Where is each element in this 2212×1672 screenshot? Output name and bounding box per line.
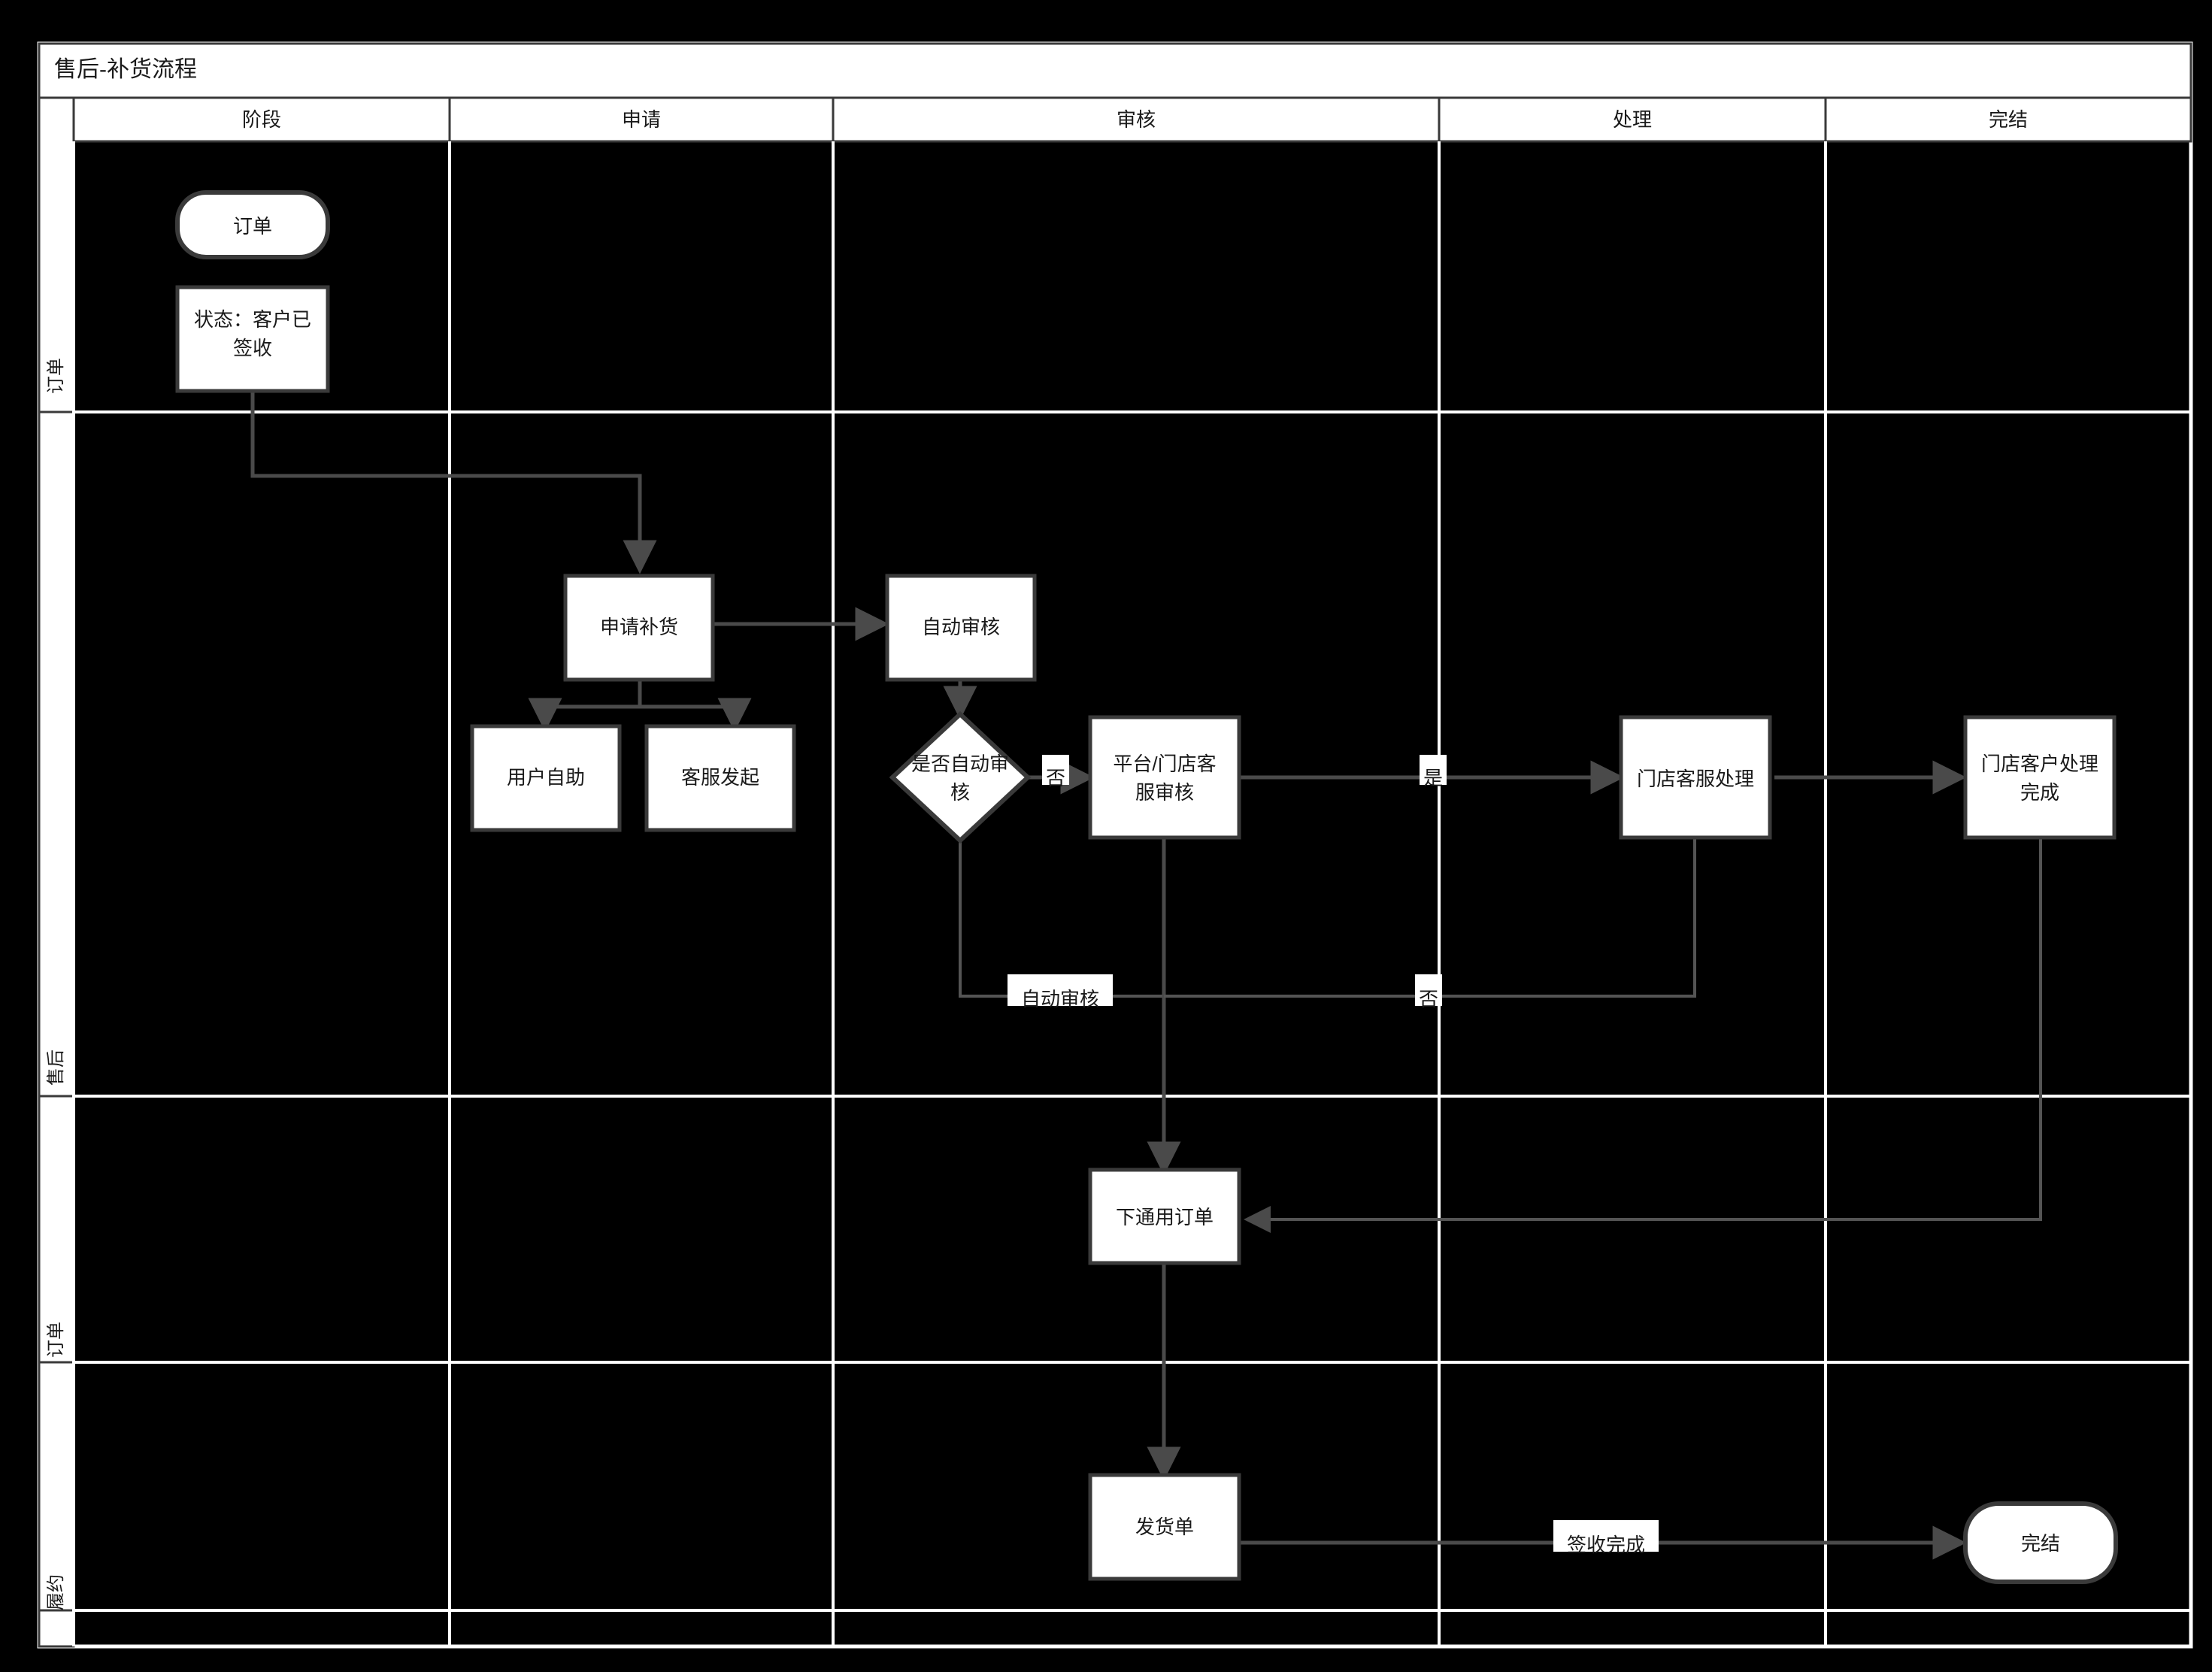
node-order-start[interactable]: 订单 [175, 190, 330, 259]
node-is-auto-review-line1: 是否自动审 [911, 753, 1009, 775]
node-order-status-line2: 签收 [233, 337, 272, 359]
node-store-customer-done-line2: 完成 [2020, 781, 2059, 804]
edge-label-yes-1: 是 [1420, 755, 1447, 789]
swimlane-flowchart: 售后-补货流程 订单 售后 订单 履约 阶段 申请 审核 处理 完结 订单 状态… [37, 41, 2193, 1649]
node-user-self[interactable]: 用户自助 [470, 724, 622, 832]
edge-label-sign-complete: 签收完成 [1553, 1520, 1659, 1556]
node-shipment-order-label: 发货单 [1135, 1516, 1194, 1538]
edge-label-no-1: 否 [1042, 755, 1069, 789]
node-store-service-handle-label: 门店客服处理 [1637, 768, 1754, 790]
node-order-start-label: 订单 [233, 215, 272, 238]
lane-label-aftersales: 售后 [46, 1050, 66, 1086]
edge-label-sign-complete-text: 签收完成 [1567, 1534, 1645, 1556]
node-is-auto-review[interactable]: 是否自动审 核 [889, 710, 1032, 844]
column-header-process-label: 处理 [1613, 108, 1652, 131]
edge-customerdone-to-generalorder [1244, 838, 2042, 1233]
lane-label-fulfillment: 履约 [46, 1574, 66, 1610]
edge-label-auto-review-text: 自动审核 [1021, 988, 1099, 1010]
title-bar [38, 42, 2192, 99]
edge-label-auto-review: 自动审核 [1008, 974, 1113, 1010]
edge-storehandle-no-back [1164, 838, 1696, 998]
edge-label-yes-1-text: 是 [1423, 767, 1443, 789]
edge-label-no-2-text: 否 [1419, 988, 1438, 1010]
node-order-status[interactable]: 状态：客户已 签收 [175, 285, 330, 393]
node-user-self-label: 用户自助 [507, 766, 585, 789]
node-apply-restock-label: 申请补货 [600, 616, 678, 638]
node-store-customer-done-line1: 门店客户处理 [1981, 753, 2098, 775]
node-finish-label: 完结 [2021, 1532, 2060, 1555]
node-platform-store-review[interactable]: 平台/门店客 服审核 [1088, 715, 1241, 840]
column-header-apply-label: 申请 [622, 108, 661, 131]
node-finish[interactable]: 完结 [1963, 1501, 2118, 1584]
column-header-review-label: 审核 [1117, 108, 1156, 131]
node-store-customer-done[interactable]: 门店客户处理 完成 [1963, 715, 2117, 840]
pool-frame [37, 41, 2193, 1649]
edge-decision-autoreview-down [959, 841, 1164, 998]
edge-label-no-2: 否 [1415, 974, 1442, 1010]
node-apply-restock[interactable]: 申请补货 [563, 574, 715, 682]
node-platform-store-review-line2: 服审核 [1135, 781, 1194, 804]
node-place-general-order[interactable]: 下通用订单 [1088, 1168, 1241, 1265]
node-service-initiate[interactable]: 客服发起 [644, 724, 796, 832]
node-shipment-order[interactable]: 发货单 [1088, 1473, 1241, 1581]
diagram-title: 售后-补货流程 [54, 57, 197, 82]
lane-label-column [38, 96, 75, 1648]
node-auto-review-label: 自动审核 [922, 616, 1000, 638]
edge-label-no-1-text: 否 [1046, 767, 1065, 789]
node-service-initiate-label: 客服发起 [681, 766, 759, 789]
column-header-stage-label: 阶段 [242, 108, 281, 131]
node-store-service-handle[interactable]: 门店客服处理 [1619, 715, 1772, 840]
edge-order-to-apply [250, 391, 657, 574]
lane-label-order-2: 订单 [46, 1322, 66, 1358]
lane-label-order-1: 订单 [46, 358, 66, 394]
column-header-complete-label: 完结 [1989, 108, 2028, 131]
node-place-general-order-label: 下通用订单 [1116, 1206, 1214, 1228]
node-platform-store-review-line1: 平台/门店客 [1113, 753, 1216, 775]
node-is-auto-review-line2: 核 [950, 781, 970, 804]
node-auto-review[interactable]: 自动审核 [885, 574, 1037, 682]
node-order-status-line1: 状态：客户已 [194, 308, 311, 331]
diagram-canvas: 售后-补货流程 订单 售后 订单 履约 阶段 申请 审核 处理 完结 订单 状态… [0, 0, 2212, 1672]
